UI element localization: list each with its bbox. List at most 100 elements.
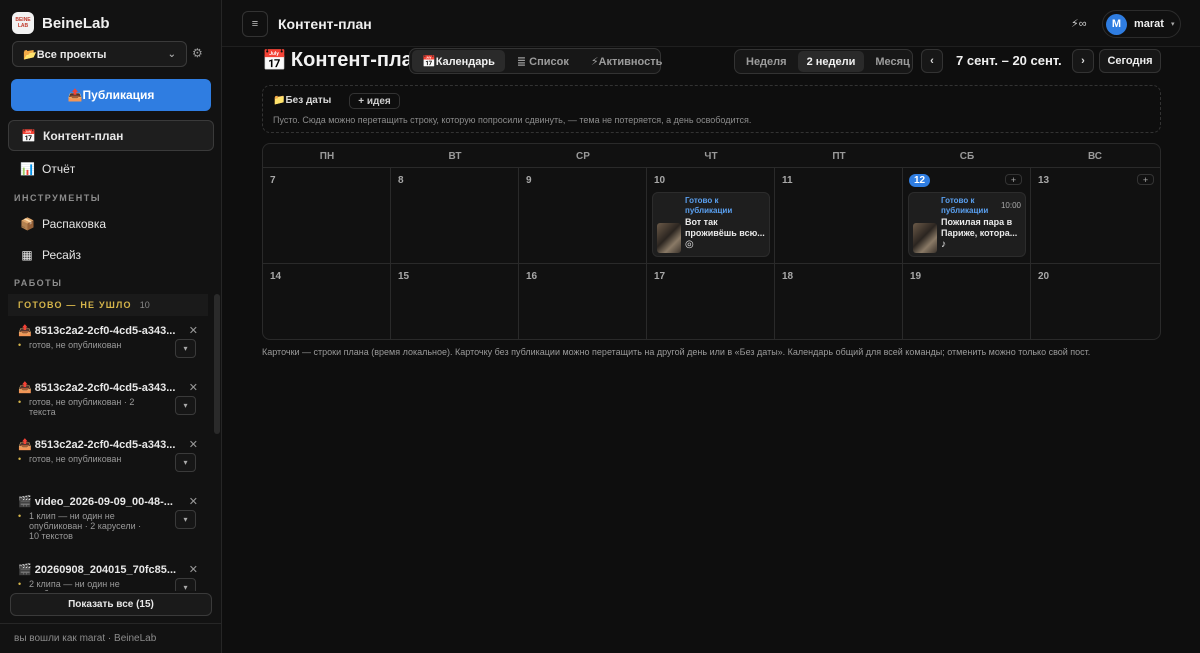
- weekday-header: ПН ВТ СР ЧТ ПТ СБ ВС: [263, 144, 1160, 168]
- weekday-label: ПН: [319, 151, 335, 162]
- work-item[interactable]: 📤 8513c2a2-2cf0-4cd5-a343... ✕ готов, не…: [18, 438, 198, 472]
- user-menu[interactable]: M marat ▾: [1102, 10, 1181, 38]
- day-number: 16: [526, 271, 538, 282]
- day-cell[interactable]: 20: [1031, 264, 1160, 339]
- instagram-icon: ◎: [685, 239, 694, 250]
- sidebar-scrollbar[interactable]: [214, 294, 220, 434]
- day-cell[interactable]: 17: [647, 264, 775, 339]
- works-group-header[interactable]: ГОТОВО — НЕ УШЛО 10: [8, 294, 208, 316]
- day-cell[interactable]: 8: [391, 168, 519, 264]
- weekday-label: СР: [576, 151, 590, 162]
- nav-item-unpack[interactable]: 📦 Распаковка: [8, 208, 214, 239]
- tab-list[interactable]: ≣ Список: [507, 50, 579, 72]
- work-title: 📤 8513c2a2-2cf0-4cd5-a343...: [18, 438, 183, 451]
- nav-item-label: Отчёт: [42, 161, 76, 176]
- nav-item-resize[interactable]: ▦ Ресайз: [8, 239, 214, 270]
- brand-name: BeineLab: [42, 14, 110, 32]
- brand[interactable]: BEINE LAB BeineLab: [12, 12, 110, 34]
- day-cell[interactable]: 7: [263, 168, 391, 264]
- day-number: 19: [910, 271, 922, 282]
- close-icon[interactable]: ✕: [189, 438, 198, 451]
- range-week[interactable]: Неделя: [737, 51, 796, 72]
- outbox-icon: 📤: [18, 382, 32, 394]
- day-cell-today[interactable]: 12 + Готово к публикации 10:00 Пожилая п…: [903, 168, 1031, 264]
- section-title-tools: ИНСТРУМЕНТЫ: [14, 193, 102, 203]
- add-post-button[interactable]: +: [1005, 174, 1022, 185]
- card-thumbnail: [913, 223, 937, 253]
- day-cell[interactable]: 19: [903, 264, 1031, 339]
- next-period-button[interactable]: ›: [1072, 49, 1094, 73]
- menu-toggle-button[interactable]: ≡: [242, 11, 268, 37]
- outbox-icon: 📤: [18, 439, 32, 451]
- day-cell[interactable]: 13 +: [1031, 168, 1160, 264]
- gear-icon[interactable]: ⚙: [192, 46, 203, 60]
- work-item[interactable]: 🎬 video_2026-09-09_00-48-... ✕ 1 клип — …: [18, 495, 198, 541]
- day-cell[interactable]: 14: [263, 264, 391, 339]
- login-status: вы вошли как marat · BeineLab: [14, 633, 157, 644]
- work-menu-button[interactable]: ▾: [175, 510, 196, 529]
- work-item[interactable]: 🎬 20260908_204015_70fc85... ✕ 2 клипа — …: [18, 563, 198, 591]
- day-cell[interactable]: 15: [391, 264, 519, 339]
- close-icon[interactable]: ✕: [189, 324, 198, 337]
- energy-indicator: ⚡∞: [1071, 18, 1087, 30]
- day-number: 14: [270, 271, 282, 282]
- range-month[interactable]: Месяц: [866, 51, 918, 72]
- card-status: Готово к публикации: [685, 196, 733, 215]
- day-cell[interactable]: 16: [519, 264, 647, 339]
- tab-calendar[interactable]: 📅Календарь: [412, 50, 505, 72]
- day-number: 13: [1038, 175, 1050, 186]
- post-card[interactable]: Готово к публикации 10:00 Пожилая пара в…: [908, 192, 1026, 257]
- chart-icon: 📊: [20, 161, 35, 176]
- prev-period-button[interactable]: ‹: [921, 49, 943, 73]
- work-menu-button[interactable]: ▾: [175, 578, 196, 591]
- work-title-text: 8513c2a2-2cf0-4cd5-a343...: [34, 382, 176, 394]
- work-status: готов, не опубликован: [18, 340, 153, 350]
- topbar: ≡ Контент-план ⚡∞ M marat ▾: [222, 0, 1200, 47]
- nav-item-label: Ресайз: [42, 247, 82, 262]
- work-title: 📤 8513c2a2-2cf0-4cd5-a343...: [18, 324, 183, 337]
- project-select[interactable]: 📂Все проекты ⌄: [12, 41, 187, 67]
- day-number: 18: [782, 271, 794, 282]
- calendar-grid: ПН ВТ СР ЧТ ПТ СБ ВС 7 8 9 10 Готово к п…: [262, 143, 1161, 340]
- user-name: marat: [1134, 18, 1164, 30]
- work-menu-button[interactable]: ▾: [175, 453, 196, 472]
- work-menu-button[interactable]: ▾: [175, 396, 196, 415]
- close-icon[interactable]: ✕: [189, 495, 198, 508]
- weekday-label: ПТ: [832, 151, 846, 162]
- work-item[interactable]: 📤 8513c2a2-2cf0-4cd5-a343... ✕ готов, не…: [18, 381, 198, 417]
- day-cell[interactable]: 10 Готово к публикации Вот так проживёшь…: [647, 168, 775, 264]
- works-group-count: 10: [139, 300, 150, 310]
- work-item[interactable]: 📤 8513c2a2-2cf0-4cd5-a343... ✕ готов, не…: [18, 324, 198, 358]
- day-cell[interactable]: 11: [775, 168, 903, 264]
- calendar-icon: 📅: [262, 50, 287, 72]
- tab-activity[interactable]: ⚡Активность: [581, 50, 673, 72]
- day-cell[interactable]: 9: [519, 168, 647, 264]
- no-date-dropzone[interactable]: 📁Без даты + идея Пусто. Сюда можно перет…: [262, 85, 1161, 133]
- work-menu-button[interactable]: ▾: [175, 339, 196, 358]
- close-icon[interactable]: ✕: [189, 381, 198, 394]
- project-select-value: 📂Все проекты: [23, 48, 107, 61]
- nav-item-report[interactable]: 📊 Отчёт: [8, 153, 214, 184]
- footer-divider: [0, 623, 222, 624]
- day-number: 8: [398, 175, 404, 186]
- work-title-text: 8513c2a2-2cf0-4cd5-a343...: [34, 439, 176, 451]
- close-icon[interactable]: ✕: [189, 563, 198, 576]
- chevron-down-icon: ⌄: [167, 48, 176, 60]
- outbox-icon: 📤: [18, 325, 32, 337]
- nav-item-content-plan[interactable]: 📅 Контент-план: [8, 120, 214, 151]
- add-post-button[interactable]: +: [1137, 174, 1154, 185]
- day-cell[interactable]: 18: [775, 264, 903, 339]
- clapper-icon: 🎬: [18, 564, 32, 576]
- work-status: готов, не опубликован · 2 текста: [18, 397, 153, 417]
- weekday-label: ВС: [1087, 151, 1103, 162]
- publish-button[interactable]: 📤Публикация: [11, 79, 211, 111]
- today-button[interactable]: Сегодня: [1099, 49, 1161, 73]
- clapper-icon: 🎬: [18, 496, 32, 508]
- date-range-label: 7 сент. – 20 сент.: [956, 53, 1062, 68]
- work-title: 📤 8513c2a2-2cf0-4cd5-a343...: [18, 381, 183, 394]
- show-all-button[interactable]: Показать все (15): [10, 593, 212, 616]
- add-idea-button[interactable]: + идея: [349, 93, 400, 109]
- post-card[interactable]: Готово к публикации Вот так проживёшь вс…: [652, 192, 770, 257]
- range-two-weeks[interactable]: 2 недели: [797, 51, 865, 72]
- weekday-label: ЧТ: [704, 151, 718, 162]
